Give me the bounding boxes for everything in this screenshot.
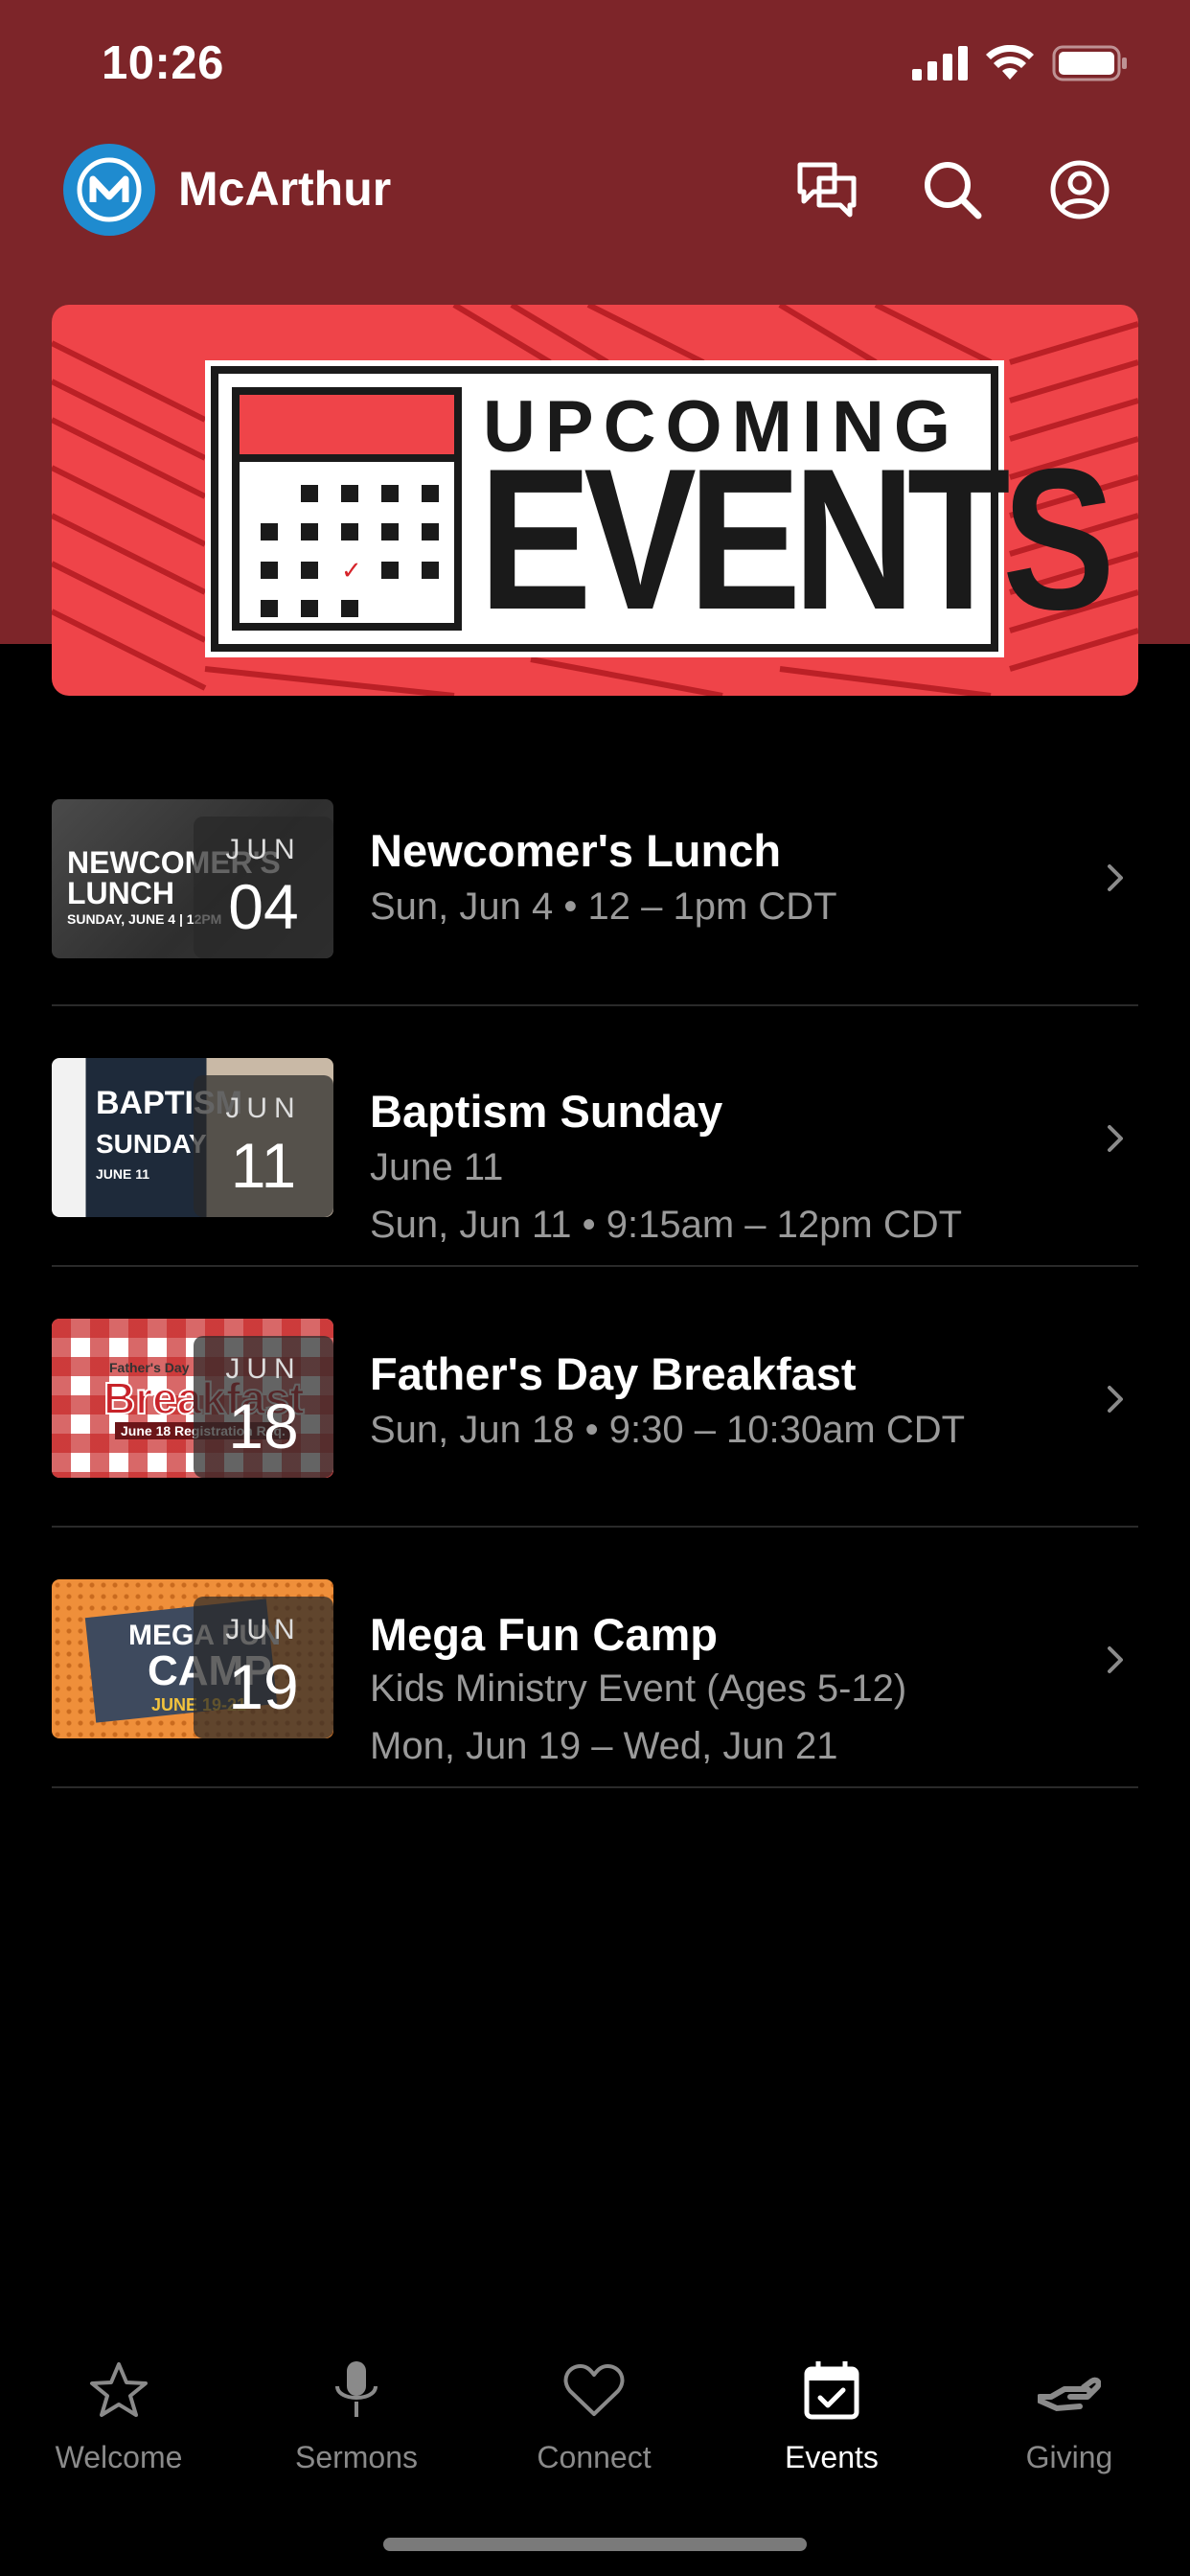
tab-label: Sermons xyxy=(294,2440,419,2474)
microphone-icon xyxy=(324,2358,389,2423)
giving-hand-icon xyxy=(1037,2358,1102,2423)
thumbnail-text: JUNE 11 xyxy=(96,1166,150,1182)
cellular-signal-icon xyxy=(912,46,968,80)
event-title: Baptism Sunday xyxy=(370,1086,723,1137)
event-thumbnail: BAPTISM SUNDAY JUNE 11 JUN 11 xyxy=(52,1058,333,1217)
event-subtitle: June 11 xyxy=(370,1146,504,1188)
home-indicator[interactable] xyxy=(383,2538,807,2551)
star-icon xyxy=(86,2358,151,2423)
tab-sermons[interactable]: Sermons xyxy=(238,2338,475,2482)
thumbnail-text: Father's Day xyxy=(109,1360,190,1375)
search-button[interactable] xyxy=(920,157,985,222)
chevron-right-icon xyxy=(1108,864,1123,891)
calendar-icon xyxy=(799,2358,864,2423)
upcoming-events-banner[interactable]: ✓ UPCOMING EVENTS xyxy=(52,305,1138,696)
banner-line2: EVENTS xyxy=(479,426,1115,652)
church-logo[interactable] xyxy=(63,144,155,236)
date-day: 04 xyxy=(228,871,299,942)
event-thumbnail: MEGA FUN CAMP JUNE 19-21 JUN 19 xyxy=(52,1579,333,1738)
date-badge: JUN 18 xyxy=(194,1336,333,1478)
thumbnail-text: SUNDAY xyxy=(96,1129,207,1159)
status-time: 10:26 xyxy=(102,37,224,89)
event-title: Newcomer's Lunch xyxy=(370,825,782,876)
banner-card: ✓ UPCOMING EVENTS xyxy=(205,360,1115,657)
user-profile-icon xyxy=(1050,160,1110,219)
chat-bubbles-icon xyxy=(797,162,857,218)
chevron-right-icon xyxy=(1108,1646,1123,1673)
date-day: 18 xyxy=(228,1391,299,1461)
event-datetime: Sun, Jun 18 • 9:30 – 10:30am CDT xyxy=(370,1409,966,1451)
chat-button[interactable] xyxy=(794,157,859,222)
date-month: JUN xyxy=(225,1614,302,1645)
event-datetime: Mon, Jun 19 – Wed, Jun 21 xyxy=(370,1725,838,1767)
event-row-mega-fun-camp[interactable]: MEGA FUN CAMP JUNE 19-21 JUN 19 Mega Fun… xyxy=(52,1528,1138,1788)
status-bar: 10:26 xyxy=(0,0,1190,134)
app-title: McArthur xyxy=(178,162,392,216)
battery-icon xyxy=(1052,45,1127,81)
event-datetime: Sun, Jun 11 • 9:15am – 12pm CDT xyxy=(370,1204,963,1246)
date-month: JUN xyxy=(225,834,302,865)
wifi-icon xyxy=(986,45,1034,80)
profile-button[interactable] xyxy=(1047,157,1112,222)
thumbnail-text: LUNCH xyxy=(67,876,174,910)
tab-bar: Welcome Sermons Connect Events Giving xyxy=(0,2338,1190,2482)
tab-welcome[interactable]: Welcome xyxy=(0,2338,238,2482)
tab-label: Connect xyxy=(537,2440,652,2474)
event-thumbnail: NEWCOMER'S LUNCH SUNDAY, JUNE 4 | 12PM J… xyxy=(52,799,333,958)
event-thumbnail: Father's Day Breakfast June 18 Registrat… xyxy=(52,1319,333,1478)
event-row-fathers-day-breakfast[interactable]: Father's Day Breakfast June 18 Registrat… xyxy=(52,1267,1138,1528)
tab-giving[interactable]: Giving xyxy=(950,2338,1188,2482)
search-icon xyxy=(925,162,982,219)
date-badge: JUN 19 xyxy=(194,1597,333,1738)
event-list: NEWCOMER'S LUNCH SUNDAY, JUNE 4 | 12PM J… xyxy=(52,782,1138,1788)
event-row-newcomers-lunch[interactable]: NEWCOMER'S LUNCH SUNDAY, JUNE 4 | 12PM J… xyxy=(52,782,1138,1006)
event-subtitle: Kids Ministry Event (Ages 5-12) xyxy=(370,1668,907,1710)
chevron-right-icon xyxy=(1108,1386,1123,1413)
app-header: McArthur xyxy=(0,142,1190,238)
calendar-graphic-icon: ✓ xyxy=(232,387,462,631)
event-datetime: Sun, Jun 4 • 12 – 1pm CDT xyxy=(370,886,837,928)
date-day: 11 xyxy=(230,1130,297,1201)
date-badge: JUN 11 xyxy=(194,1075,333,1217)
date-month: JUN xyxy=(225,1092,302,1124)
logo-mark-icon xyxy=(77,157,142,222)
event-title: Mega Fun Camp xyxy=(370,1609,718,1660)
date-month: JUN xyxy=(225,1353,302,1385)
status-icons xyxy=(912,42,1129,84)
chevron-right-icon xyxy=(1108,1125,1123,1152)
event-title: Father's Day Breakfast xyxy=(370,1348,857,1399)
date-day: 19 xyxy=(228,1651,299,1722)
tab-label: Welcome xyxy=(55,2440,183,2474)
tab-connect[interactable]: Connect xyxy=(475,2338,713,2482)
date-badge: JUN 04 xyxy=(194,816,333,958)
tab-label: Giving xyxy=(1025,2440,1113,2474)
tab-events[interactable]: Events xyxy=(713,2338,950,2482)
heart-icon xyxy=(561,2358,627,2423)
event-row-baptism-sunday[interactable]: BAPTISM SUNDAY JUNE 11 JUN 11 Baptism Su… xyxy=(52,1006,1138,1267)
tab-label: Events xyxy=(785,2440,879,2474)
